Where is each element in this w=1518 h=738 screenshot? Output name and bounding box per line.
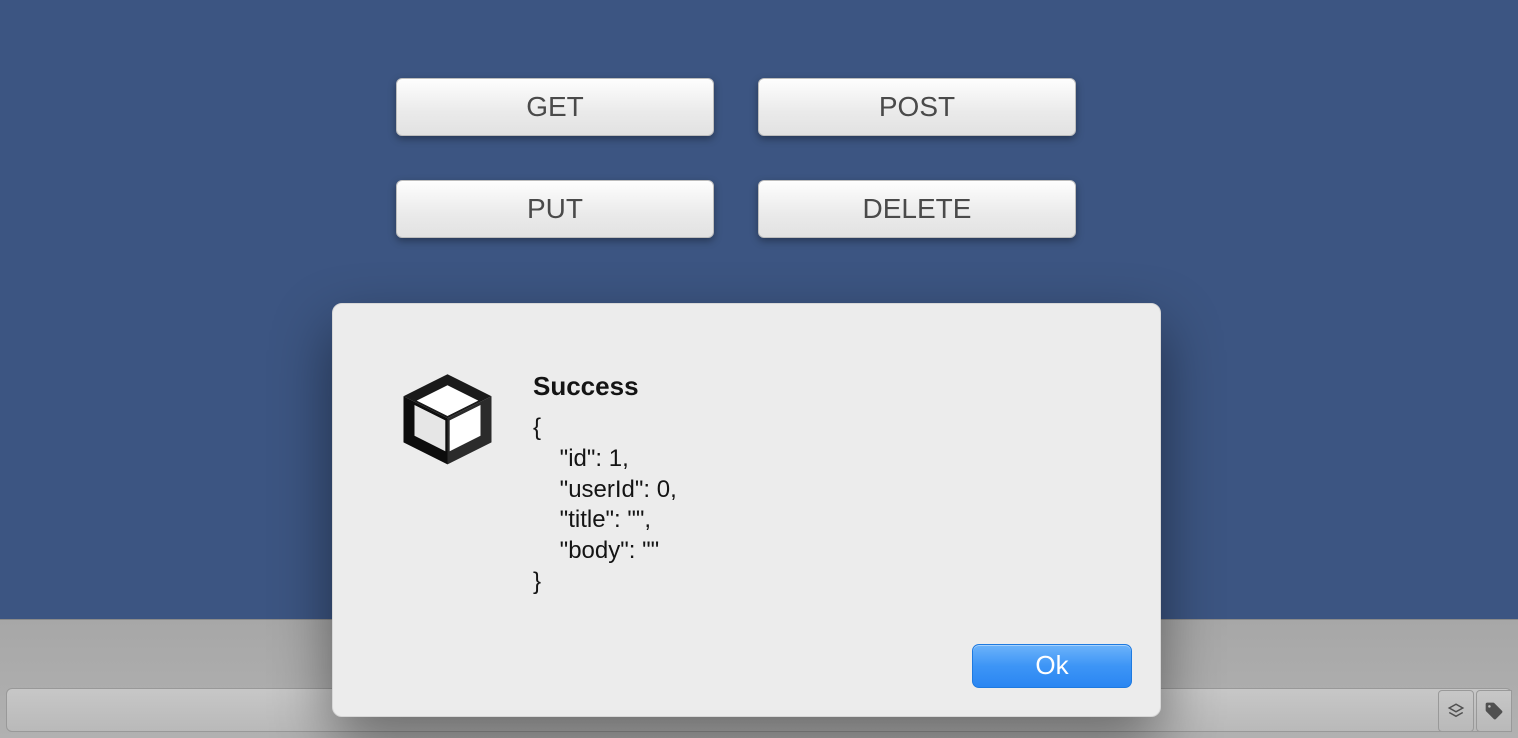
tag-icon[interactable]: [1476, 690, 1512, 732]
delete-button[interactable]: DELETE: [758, 180, 1076, 238]
get-button[interactable]: GET: [396, 78, 714, 136]
put-button[interactable]: PUT: [396, 180, 714, 238]
success-dialog: Success { "id": 1, "userId": 0, "title":…: [332, 303, 1161, 717]
dialog-body: { "id": 1, "userId": 0, "title": "", "bo…: [533, 413, 1110, 597]
post-button[interactable]: POST: [758, 78, 1076, 136]
unity-logo-icon: [390, 372, 505, 482]
layers-icon[interactable]: [1438, 690, 1474, 732]
http-method-buttons: GET POST PUT DELETE: [396, 78, 1076, 238]
dialog-title: Success: [533, 370, 1110, 403]
ok-button[interactable]: Ok: [972, 644, 1132, 688]
